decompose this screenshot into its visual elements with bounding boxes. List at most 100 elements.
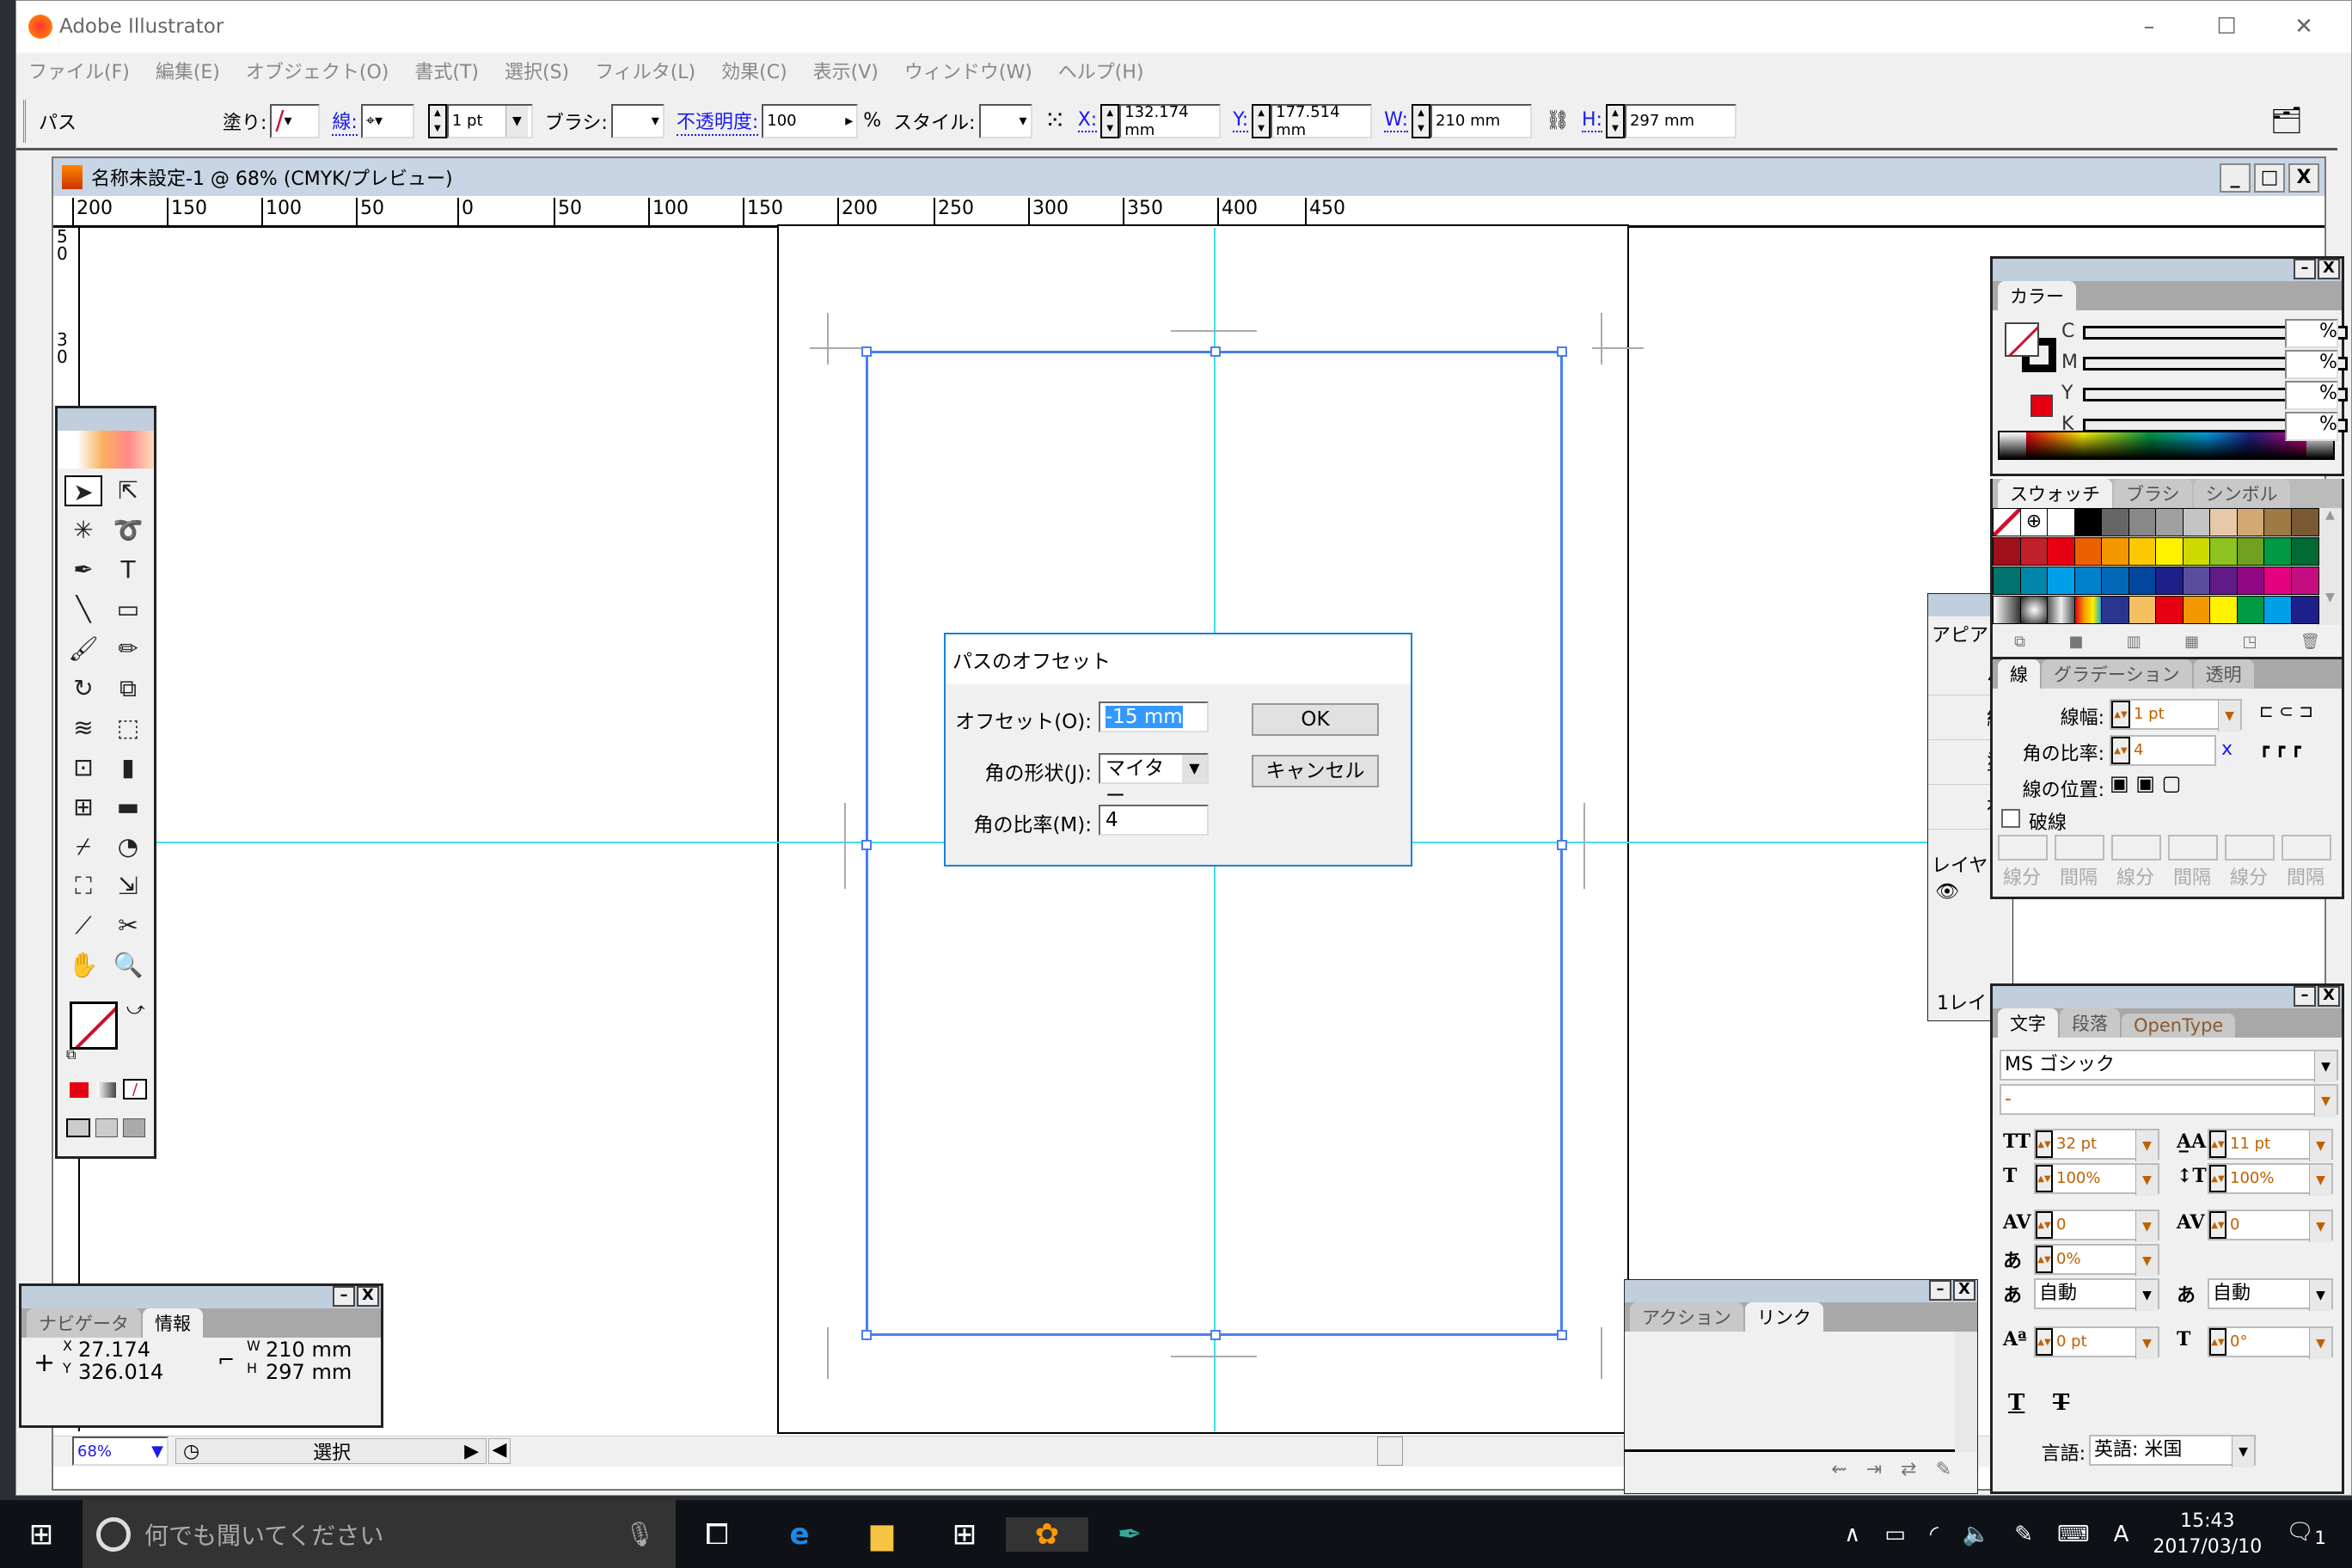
search-box[interactable]: 何でも聞いてください 🎙 [83, 1500, 676, 1568]
menu-item[interactable]: 選択(S) [505, 57, 569, 84]
tab-info[interactable]: 情報 [143, 1308, 203, 1338]
swatch[interactable] [2263, 537, 2292, 566]
stroke-weight-field[interactable]: ▲▼ 1 pt ▼ [2110, 699, 2242, 732]
line-segment-tool[interactable]: ╲ [64, 594, 102, 625]
rectangle-tool[interactable]: ▭ [109, 594, 147, 625]
h-field[interactable]: 297 mm [1624, 103, 1736, 138]
tab-symbols[interactable]: シンボル [2193, 479, 2290, 508]
panel-title-bar[interactable]: – X [1993, 259, 2342, 281]
minimize-panel-button[interactable]: – [333, 1286, 355, 1307]
tab-links[interactable]: リンク [1744, 1302, 1823, 1332]
join-buttons[interactable]: ┏ ┏ ┏ [2259, 737, 2301, 757]
doc-close-button[interactable]: X [2288, 163, 2319, 193]
close-panel-button[interactable]: X [2318, 259, 2340, 279]
selection-tool[interactable]: ➤ [64, 475, 102, 506]
standard-screen-mode-icon[interactable] [66, 1118, 90, 1137]
close-panel-button[interactable]: X [1953, 1280, 1975, 1301]
edit-original-icon[interactable]: ✎ [1936, 1459, 1951, 1480]
show-hidden-icons[interactable]: ∧ [1844, 1522, 1860, 1547]
spinner[interactable]: ▲▼ [2036, 1211, 2053, 1239]
h-spinner[interactable]: ▲ ▼ [1605, 103, 1625, 138]
swatch[interactable] [2236, 508, 2265, 536]
column-graph-tool[interactable]: ▮ [109, 752, 147, 783]
menu-item[interactable]: 編集(E) [156, 57, 220, 84]
relink-icon[interactable]: ⇜ [1831, 1459, 1847, 1480]
chevron-down-icon[interactable]: ▼ [2135, 1211, 2158, 1242]
arrow-right-icon[interactable]: ▸ [845, 112, 853, 130]
swatch[interactable] [2263, 596, 2292, 624]
spinner[interactable]: ▲▼ [2036, 1165, 2053, 1192]
out-of-gamut-color[interactable] [2030, 395, 2053, 417]
style-dropdown[interactable]: ▾ [978, 103, 1032, 138]
trash-icon[interactable]: 🗑 [2300, 633, 2320, 651]
horizontal-ruler[interactable]: 200 150 100 50 0 50 100 150 200 250 300 350 400 450 [53, 196, 2324, 228]
handle-right[interactable] [1557, 840, 1567, 850]
chevron-down-icon[interactable]: ▼ [2135, 1328, 2158, 1359]
swatch[interactable] [2101, 537, 2129, 566]
swatch[interactable] [1993, 596, 2021, 624]
toolbox-title-bar[interactable] [58, 408, 154, 431]
file-explorer-icon[interactable]: ▆ [841, 1517, 923, 1552]
swatch[interactable] [2019, 537, 2049, 566]
gradient-mode-icon[interactable] [97, 1082, 116, 1098]
strikethrough-icon[interactable]: T [2053, 1390, 2069, 1416]
dash-field[interactable] [2111, 835, 2161, 861]
swatch[interactable] [2182, 567, 2211, 595]
volume-icon[interactable]: 🔈 [1963, 1522, 1990, 1547]
swatch[interactable] [2155, 537, 2184, 566]
swatch[interactable] [2101, 567, 2129, 595]
panel-title-bar[interactable]: – X [1625, 1280, 1977, 1302]
warp-tool[interactable]: ≋ [64, 713, 102, 744]
spinner[interactable]: ▲▼ [2209, 1328, 2226, 1356]
font-style-dropdown[interactable]: - ▼ [2000, 1084, 2338, 1117]
fill-color-box[interactable] [2005, 322, 2039, 357]
x-label[interactable]: X: [1077, 109, 1098, 132]
swatch[interactable] [2073, 508, 2103, 536]
swatch[interactable] [2128, 537, 2157, 566]
swatch[interactable] [2128, 508, 2157, 536]
font-family-dropdown[interactable]: MS ゴシック ▼ [2000, 1050, 2338, 1082]
chevron-down-icon[interactable]: ▼ [2135, 1280, 2158, 1311]
scroll-down-icon[interactable]: ▼ [2318, 591, 2342, 604]
swatch[interactable] [2290, 537, 2319, 566]
swatch[interactable] [2047, 508, 2075, 536]
handle-top[interactable] [1210, 346, 1221, 357]
tab-actions[interactable]: アクション [1630, 1302, 1743, 1332]
swatch[interactable] [2290, 567, 2319, 595]
lasso-tool[interactable]: ➰ [109, 515, 147, 546]
swatch[interactable] [2047, 537, 2075, 566]
swatch[interactable] [2101, 596, 2129, 624]
tab-paragraph[interactable]: 段落 [2060, 1008, 2120, 1038]
swatch[interactable] [2101, 508, 2129, 536]
bridge-icon[interactable]: 🗂 [2270, 106, 2303, 136]
y-spinner[interactable]: ▲ ▼ [1252, 103, 1271, 138]
handle-top-right[interactable] [1557, 346, 1567, 357]
direct-selection-tool[interactable]: ⇱ [109, 475, 147, 506]
font-size-field[interactable]: ▲▼ 32 pt ▼ [2034, 1129, 2159, 1161]
handle-left[interactable] [861, 840, 872, 850]
tracking-field[interactable]: ▲▼ 0 ▼ [2208, 1210, 2333, 1242]
chevron-down-icon[interactable]: ▼ [505, 105, 528, 137]
eyedropper-tool[interactable]: ⌿ [64, 831, 102, 862]
aki-right-field[interactable]: 自動 ▼ [2208, 1278, 2333, 1311]
close-button[interactable]: ✕ [2265, 8, 2343, 46]
tab-stroke[interactable]: 線 [1998, 659, 2040, 689]
link-proportions-icon[interactable]: ⛓ [1546, 110, 1570, 132]
full-screen-mode-icon[interactable] [123, 1118, 145, 1137]
miter-limit-input[interactable]: 4 [1099, 805, 1209, 836]
dash-field[interactable] [2168, 835, 2218, 861]
swatch[interactable] [1993, 537, 2021, 566]
menu-item[interactable]: 効果(C) [721, 57, 787, 84]
cap-buttons[interactable]: ⊏ ⊂ ⊐ [2259, 701, 2313, 721]
task-view-icon[interactable]: ⧠ [676, 1517, 758, 1552]
offset-input[interactable]: -15 mm [1099, 701, 1209, 732]
zoom-dropdown[interactable]: 68% ▼ [72, 1436, 168, 1466]
align-stroke-buttons[interactable]: ▣ ▣ ▢ [2110, 771, 2181, 795]
registration-swatch-icon[interactable]: ⊕ [2019, 508, 2049, 536]
blend-tool[interactable]: ◔ [109, 831, 147, 862]
live-paint-bucket-tool[interactable]: ⛶ [64, 871, 102, 902]
microphone-icon[interactable]: 🎙 [624, 1520, 655, 1548]
menu-item[interactable]: オブジェクト(O) [246, 57, 389, 84]
miter-limit-field[interactable]: ▲▼ 4 [2110, 735, 2216, 766]
swatch[interactable] [2263, 508, 2292, 536]
